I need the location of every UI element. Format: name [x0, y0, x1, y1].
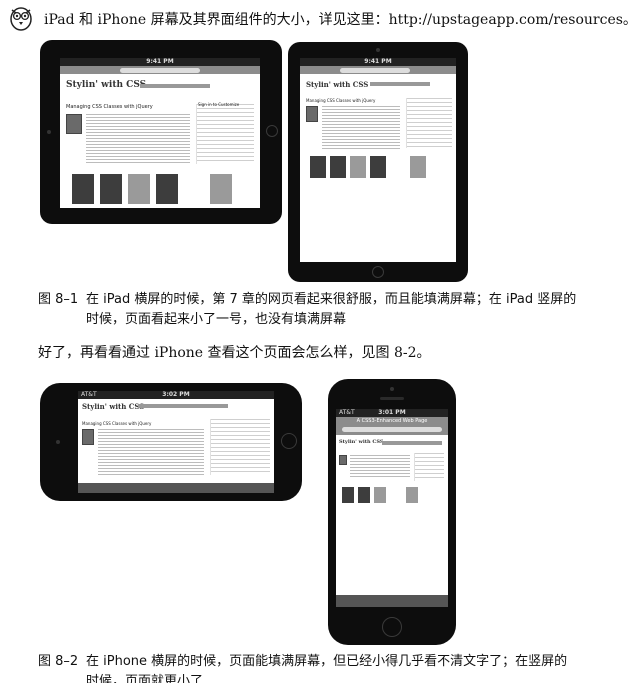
status-bar: AT&T 3:02 PM — [78, 391, 274, 399]
site-nav — [140, 84, 210, 88]
status-bar: 9:41 PM — [300, 58, 456, 66]
owl-tip-icon — [10, 7, 32, 31]
article-title: Managing CSS Classes with jQuery — [82, 421, 152, 426]
book-cover — [210, 174, 232, 204]
ipad-landscape-device: 9:41 PM Stylin' with CSS Managing CSS Cl… — [40, 40, 282, 224]
author-photo — [339, 455, 347, 465]
book-cover — [358, 487, 370, 503]
tip-text: iPad 和 iPhone 屏幕及其界面组件的大小，详见这里：http://up… — [44, 12, 630, 28]
sidebar — [406, 98, 452, 148]
camera-icon — [47, 130, 51, 134]
iphone-portrait-device: AT&T 3:01 PM A CSS3-Enhanced Web Page St… — [328, 379, 456, 645]
camera-icon — [56, 440, 60, 444]
site-logo: Stylin' with CSS — [82, 402, 145, 411]
ipad-portrait-screen: 9:41 PM Stylin' with CSS Managing CSS Cl… — [300, 58, 456, 262]
site-logo: Stylin' with CSS — [66, 80, 147, 90]
book-cover — [342, 487, 354, 503]
site-logo: Stylin' with CSS — [339, 439, 384, 445]
address-bar — [342, 427, 442, 432]
home-button-icon — [382, 617, 402, 637]
web-page: Stylin' with CSS — [336, 435, 448, 595]
iphone-landscape-screen: AT&T 3:02 PM Stylin' with CSS Managing C… — [78, 391, 274, 493]
book-cover — [310, 156, 326, 178]
web-page: Stylin' with CSS Managing CSS Classes wi… — [78, 399, 274, 483]
sidebar — [196, 104, 254, 164]
site-nav — [138, 404, 228, 408]
article-title: Managing CSS Classes with jQuery — [66, 104, 153, 110]
book-cover — [406, 487, 418, 503]
book-cover — [330, 156, 346, 178]
iphone-landscape-device: AT&T 3:02 PM Stylin' with CSS Managing C… — [40, 383, 302, 501]
caption-line: 时候，页面就更小了 — [86, 674, 204, 683]
article-text — [350, 455, 410, 479]
page-title: A CSS3-Enhanced Web Page — [356, 418, 428, 424]
status-bar: 9:41 PM — [60, 58, 260, 66]
tip-row: iPad 和 iPhone 屏幕及其界面组件的大小，详见这里：http://up… — [8, 4, 630, 34]
author-photo — [82, 429, 94, 445]
caption-line: 在 iPhone 横屏的时候，页面能填满屏幕，但已经小得几乎看不清文字了；在竖屏… — [86, 654, 568, 669]
site-nav — [370, 82, 430, 86]
book-cover — [350, 156, 366, 178]
book-cover — [370, 156, 386, 178]
book-cover — [374, 487, 386, 503]
web-page: Stylin' with CSS Managing CSS Classes wi… — [60, 74, 260, 208]
web-page: Stylin' with CSS Managing CSS Classes wi… — [300, 74, 456, 262]
address-bar — [340, 68, 410, 73]
sidebar — [414, 453, 444, 481]
author-photo — [66, 114, 82, 134]
home-button-icon — [372, 266, 384, 278]
ipad-portrait-device: 9:41 PM Stylin' with CSS Managing CSS Cl… — [288, 42, 468, 282]
home-button-icon — [281, 433, 297, 449]
address-bar — [120, 68, 200, 73]
caption-line: 在 iPad 横屏的时候，第 7 章的网页看起来很舒服，而且能填满屏幕；在 iP… — [86, 292, 577, 307]
book-cover — [410, 156, 426, 178]
book-cover — [100, 174, 122, 204]
author-photo — [306, 106, 318, 122]
body-paragraph: 好了，再看看通过 iPhone 查看这个页面会怎么样，见图 8-2。 — [38, 345, 431, 361]
browser-bottom-toolbar — [336, 595, 448, 607]
home-button-icon — [266, 125, 278, 137]
figure-number: 图 8–2 — [38, 654, 79, 669]
ipad-landscape-screen: 9:41 PM Stylin' with CSS Managing CSS Cl… — [60, 58, 260, 208]
sidebar-title: Sign in to Customize — [198, 102, 240, 107]
article-text — [98, 429, 204, 475]
browser-bottom-toolbar — [78, 483, 274, 493]
article-text — [322, 106, 400, 150]
browser-toolbar: A CSS3-Enhanced Web Page — [336, 417, 448, 435]
iphone-portrait-screen: AT&T 3:01 PM A CSS3-Enhanced Web Page St… — [336, 409, 448, 607]
site-nav — [382, 441, 442, 445]
status-bar: AT&T 3:01 PM — [336, 409, 448, 417]
book-cover — [128, 174, 150, 204]
article-text — [86, 114, 190, 164]
figure-number: 图 8–1 — [38, 292, 79, 307]
article-title: Managing CSS Classes with jQuery — [306, 98, 376, 103]
caption-line: 时候，页面看起来小了一号，也没有填满屏幕 — [86, 312, 347, 327]
figure-caption: 图 8–2 在 iPhone 横屏的时候，页面能填满屏幕，但已经小得几乎看不清文字… — [38, 652, 567, 683]
figure-caption: 图 8–1 在 iPad 横屏的时候，第 7 章的网页看起来很舒服，而且能填满屏幕… — [38, 290, 576, 330]
camera-icon — [376, 48, 380, 52]
book-cover — [72, 174, 94, 204]
sidebar — [210, 419, 270, 475]
camera-icon — [390, 387, 394, 391]
book-cover — [156, 174, 178, 204]
site-logo: Stylin' with CSS — [306, 80, 369, 89]
speaker-icon — [380, 397, 404, 400]
